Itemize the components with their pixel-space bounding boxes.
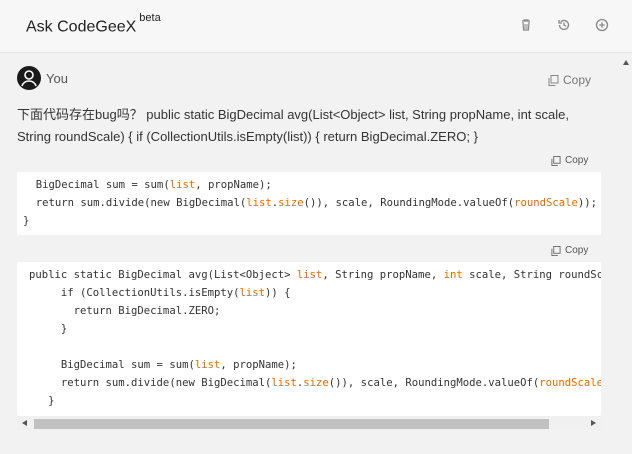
copy-icon — [551, 155, 561, 166]
code-line: return sum.divide(new BigDecimal(list.si… — [23, 197, 598, 209]
copy-label: Copy — [565, 155, 589, 166]
horizontal-scrollbar[interactable] — [17, 416, 601, 430]
code-line: return BigDecimal.ZERO; — [29, 305, 221, 317]
title-text: Ask CodeGeeX — [26, 18, 137, 36]
author-name: You — [46, 71, 68, 86]
copy-icon — [551, 245, 561, 256]
code-line: } — [29, 395, 55, 407]
page-title: Ask CodeGeeXbeta — [26, 12, 161, 36]
copy-label: Copy — [563, 73, 592, 87]
code-line: public static BigDecimal avg(List<Object… — [29, 269, 601, 281]
code-line: BigDecimal sum = sum(list, propName); — [29, 359, 297, 371]
user-avatar — [17, 66, 41, 90]
code-line: BigDecimal sum = sum(list, propName); — [23, 179, 272, 191]
chat-header: Ask CodeGeeXbeta — [0, 0, 632, 53]
add-icon[interactable] — [594, 17, 610, 33]
code-line: } — [23, 215, 30, 227]
copy-message-button[interactable]: Copy — [548, 73, 591, 87]
scroll-up-arrow-icon[interactable] — [623, 60, 629, 65]
scroll-right-arrow-icon[interactable] — [591, 420, 596, 426]
copy-code-button-2[interactable]: Copy — [551, 245, 588, 256]
beta-badge: beta — [139, 12, 161, 24]
copy-icon — [548, 74, 559, 86]
code-block-1[interactable]: BigDecimal sum = sum(list, propName); re… — [17, 172, 601, 235]
scroll-left-arrow-icon[interactable] — [22, 420, 27, 426]
code-line: if (CollectionUtils.isEmpty(list)) { — [29, 287, 291, 299]
code-line: return sum.divide(new BigDecimal(list.si… — [29, 377, 601, 389]
copy-code-button-1[interactable]: Copy — [551, 155, 588, 166]
scrollbar-thumb[interactable] — [34, 419, 549, 429]
history-icon[interactable] — [556, 17, 572, 33]
code-block-2[interactable]: public static BigDecimal avg(List<Object… — [17, 262, 601, 416]
trash-icon[interactable] — [518, 17, 534, 33]
copy-label: Copy — [565, 245, 589, 256]
user-question: 下面代码存在bug吗？ public static BigDecimal avg… — [17, 107, 569, 144]
vertical-scrollbar[interactable] — [620, 53, 632, 454]
code-line: } — [29, 323, 68, 335]
